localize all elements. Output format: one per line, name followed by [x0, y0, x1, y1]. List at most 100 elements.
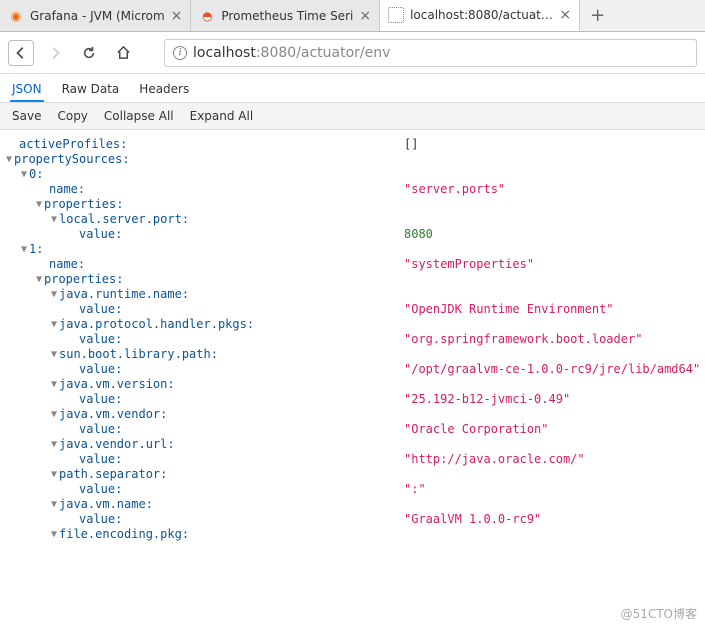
json-value: "server.ports": [404, 182, 701, 196]
collapse-toggle[interactable]: ▼: [49, 349, 59, 360]
reload-button[interactable]: [76, 40, 102, 66]
reload-icon: [82, 46, 96, 60]
prometheus-icon: ◓: [199, 8, 215, 24]
collapse-toggle[interactable]: ▼: [49, 319, 59, 330]
json-key: java.vm.vendor:: [59, 407, 167, 421]
json-row: ▼java.vm.version:: [4, 377, 701, 391]
tab-headers[interactable]: Headers: [137, 78, 191, 102]
collapse-toggle[interactable]: ▼: [49, 469, 59, 480]
forward-arrow-icon: [48, 46, 62, 60]
json-key: propertySources:: [14, 152, 130, 166]
site-info-icon[interactable]: i: [173, 46, 187, 60]
collapse-toggle[interactable]: ▼: [49, 409, 59, 420]
json-key: activeProfiles:: [19, 137, 127, 151]
copy-button[interactable]: Copy: [51, 107, 93, 125]
json-key: name:: [49, 257, 85, 271]
json-key: java.vm.name:: [59, 497, 153, 511]
viewer-tabs: JSON Raw Data Headers: [0, 74, 705, 103]
collapse-toggle[interactable]: ▼: [49, 379, 59, 390]
json-key: value:: [79, 302, 122, 316]
collapse-toggle[interactable]: ▼: [49, 439, 59, 450]
collapse-toggle[interactable]: ▼: [49, 214, 59, 225]
json-key: value:: [79, 512, 122, 526]
json-key: value:: [79, 422, 122, 436]
tab-raw-data[interactable]: Raw Data: [60, 78, 122, 102]
json-row: value:"GraalVM 1.0.0-rc9": [4, 512, 701, 526]
json-row: ▼java.vendor.url:: [4, 437, 701, 451]
collapse-toggle[interactable]: ▼: [49, 499, 59, 510]
json-row: ▼path.separator:: [4, 467, 701, 481]
json-tree: activeProfiles: [] ▼propertySources: ▼0:…: [0, 130, 705, 548]
json-row: ▼properties:: [4, 272, 701, 286]
tab-title: Grafana - JVM (Microm: [30, 9, 165, 23]
save-button[interactable]: Save: [6, 107, 47, 125]
json-value: []: [404, 137, 701, 151]
json-key: 0:: [29, 167, 43, 181]
json-row: value:"OpenJDK Runtime Environment": [4, 302, 701, 316]
collapse-toggle[interactable]: ▼: [19, 169, 29, 180]
json-value: "http://java.oracle.com/": [404, 452, 701, 466]
tab-title: Prometheus Time Seri: [221, 9, 353, 23]
collapse-toggle[interactable]: ▼: [34, 199, 44, 210]
json-row: value:":": [4, 482, 701, 496]
navigation-toolbar: i localhost:8080/actuator/env: [0, 32, 705, 74]
json-row: value:"25.192-b12-jvmci-0.49": [4, 392, 701, 406]
json-key: java.vm.version:: [59, 377, 175, 391]
json-row: value: "Oracle Corporation": [4, 422, 701, 436]
json-value: "systemProperties": [404, 257, 701, 271]
json-key: 1:: [29, 242, 43, 256]
collapse-toggle[interactable]: ▼: [49, 289, 59, 300]
json-value: 8080: [404, 227, 701, 241]
json-key: file.encoding.pkg:: [59, 527, 189, 541]
collapse-toggle[interactable]: ▼: [19, 244, 29, 255]
json-row: ▼properties:: [4, 197, 701, 211]
json-row: activeProfiles: []: [4, 137, 701, 151]
json-row: ▼java.vm.vendor:: [4, 407, 701, 421]
json-key: value:: [79, 332, 122, 346]
json-row: ▼0:: [4, 167, 701, 181]
home-icon: [116, 45, 131, 60]
back-arrow-icon: [14, 46, 28, 60]
json-key: java.vendor.url:: [59, 437, 175, 451]
tab-json[interactable]: JSON: [10, 78, 44, 102]
json-row: value: 8080: [4, 227, 701, 241]
collapse-toggle[interactable]: ▼: [4, 154, 14, 165]
new-tab-button[interactable]: +: [580, 0, 615, 31]
json-value: "org.springframework.boot.loader": [404, 332, 701, 346]
json-row: ▼1:: [4, 242, 701, 256]
json-key: value:: [79, 452, 122, 466]
json-action-bar: Save Copy Collapse All Expand All: [0, 103, 705, 130]
json-key: path.separator:: [59, 467, 167, 481]
collapse-toggle[interactable]: ▼: [49, 529, 59, 540]
close-icon[interactable]: ×: [559, 7, 571, 23]
back-button[interactable]: [8, 40, 34, 66]
collapse-all-button[interactable]: Collapse All: [98, 107, 180, 125]
collapse-toggle[interactable]: ▼: [34, 274, 44, 285]
expand-all-button[interactable]: Expand All: [184, 107, 260, 125]
json-key: value:: [79, 362, 122, 376]
home-button[interactable]: [110, 40, 136, 66]
browser-tab-localhost[interactable]: localhost:8080/actuator/e ×: [380, 0, 580, 31]
json-row: ▼sun.boot.library.path:: [4, 347, 701, 361]
json-row: ▼file.encoding.pkg:: [4, 527, 701, 541]
json-value: "Oracle Corporation": [404, 422, 701, 436]
watermark: @51CTO博客: [621, 605, 697, 622]
json-row: value: "org.springframework.boot.loader": [4, 332, 701, 346]
json-row: name: "systemProperties": [4, 257, 701, 271]
json-value: ":": [404, 482, 701, 496]
url-bar[interactable]: i localhost:8080/actuator/env: [164, 39, 697, 67]
json-value: "/opt/graalvm-ce-1.0.0-rc9/jre/lib/amd64…: [404, 362, 701, 376]
close-icon[interactable]: ×: [359, 8, 371, 24]
json-row: ▼local.server.port:: [4, 212, 701, 226]
tab-title: localhost:8080/actuator/e: [410, 8, 553, 22]
json-key: local.server.port:: [59, 212, 189, 226]
json-row: value: "http://java.oracle.com/": [4, 452, 701, 466]
close-icon[interactable]: ×: [171, 8, 183, 24]
browser-tab-grafana[interactable]: ◉ Grafana - JVM (Microm ×: [0, 0, 191, 31]
browser-tab-prometheus[interactable]: ◓ Prometheus Time Seri ×: [191, 0, 380, 31]
url-path: :8080/actuator/env: [256, 45, 391, 61]
browser-tab-bar: ◉ Grafana - JVM (Microm × ◓ Prometheus T…: [0, 0, 705, 32]
json-key: properties:: [44, 197, 123, 211]
forward-button: [42, 40, 68, 66]
url-text: localhost:8080/actuator/env: [193, 45, 390, 61]
